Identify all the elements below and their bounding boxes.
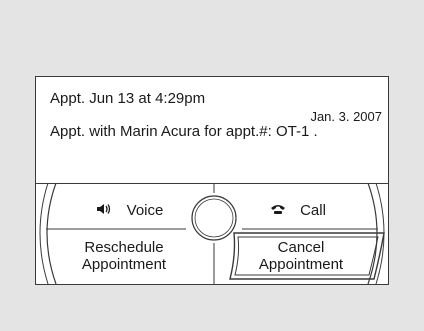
cancel-appointment-button[interactable]: Cancel Appointment xyxy=(236,235,366,277)
speaker-icon xyxy=(96,202,113,219)
voice-label: Voice xyxy=(126,201,164,219)
cancel-label-line1: Cancel xyxy=(277,239,325,256)
appointment-time: Appt. Jun 13 at 4:29pm xyxy=(50,90,206,107)
selector-knob[interactable] xyxy=(190,194,238,242)
control-panel: Voice Call Reschedule Appointment Cancel… xyxy=(36,183,388,284)
voice-button[interactable]: Voice xyxy=(60,191,200,229)
call-label: Call xyxy=(300,201,326,219)
reschedule-label-line2: Appointment xyxy=(81,256,167,273)
cancel-label-line2: Appointment xyxy=(258,256,344,273)
message-area: Appt. Jun 13 at 4:29pm Jan. 3. 2007 Appt… xyxy=(36,77,388,184)
call-button[interactable]: Call xyxy=(232,191,364,229)
notification-screen: Appt. Jun 13 at 4:29pm Jan. 3. 2007 Appt… xyxy=(35,76,389,285)
phone-icon xyxy=(270,202,286,219)
message-date: Jan. 3. 2007 xyxy=(310,109,382,124)
reschedule-label-line1: Reschedule xyxy=(84,239,164,256)
reschedule-appointment-button[interactable]: Reschedule Appointment xyxy=(60,235,188,277)
appointment-details: Appt. with Marin Acura for appt.#: OT-1 … xyxy=(50,123,318,140)
